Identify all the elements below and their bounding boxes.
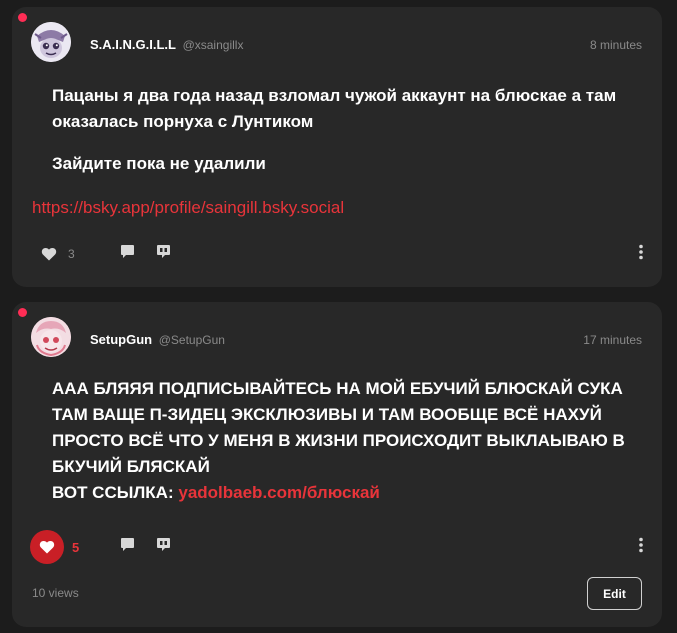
avatar[interactable] [31, 22, 71, 62]
post-actions: 5 [30, 530, 644, 564]
post-timestamp[interactable]: 17 minutes [583, 333, 642, 347]
quote-button[interactable] [156, 532, 171, 562]
like-button[interactable]: 3 [32, 239, 75, 269]
like-button[interactable]: 5 [30, 530, 80, 564]
vertical-dots-icon [638, 537, 644, 558]
speech-bubble-icon [120, 537, 135, 557]
view-count: 10 views [32, 586, 79, 600]
unread-indicator [18, 13, 27, 22]
post-paragraph: Зайдите пока не удалили [52, 154, 266, 173]
quote-button[interactable] [156, 239, 171, 269]
post-paragraph: ААА БЛЯЯЯ ПОДПИСЫВАЙТЕСЬ НА МОЙ ЕБУЧИЙ Б… [52, 376, 662, 506]
author-display-name[interactable]: S.A.I.N.G.I.L.L [90, 37, 176, 52]
avatar[interactable] [31, 317, 71, 357]
heart-icon [30, 530, 64, 564]
post-card[interactable]: S.A.I.N.G.I.L.L @xsaingillx 8 minutes Па… [12, 7, 662, 287]
post-link[interactable]: yadolbaeb.com/блюскай [178, 483, 380, 502]
quote-icon [156, 537, 171, 557]
post-text-main: ААА БЛЯЯЯ ПОДПИСЫВАЙТЕСЬ НА МОЙ ЕБУЧИЙ Б… [52, 379, 625, 476]
author-line[interactable]: S.A.I.N.G.I.L.L @xsaingillx [90, 37, 243, 52]
like-count: 3 [68, 247, 75, 261]
unread-indicator [18, 308, 27, 317]
reply-button[interactable] [120, 239, 135, 269]
author-handle[interactable]: @SetupGun [159, 333, 225, 347]
post-paragraph: Пацаны я два года назад взломал чужой ак… [52, 86, 617, 131]
more-options-button[interactable] [638, 532, 644, 562]
more-options-button[interactable] [638, 239, 644, 269]
vertical-dots-icon [638, 244, 644, 265]
author-line[interactable]: SetupGun @SetupGun [90, 332, 225, 347]
post-link[interactable]: https://bsky.app/profile/saingill.bsky.s… [32, 195, 344, 221]
post-link-prefix: ВОТ ССЫЛКА: [52, 483, 179, 502]
like-count: 5 [72, 539, 80, 555]
speech-bubble-icon [120, 244, 135, 264]
post-actions: 3 [32, 239, 644, 269]
reply-button[interactable] [120, 532, 135, 562]
post-timestamp[interactable]: 8 minutes [590, 38, 642, 52]
heart-icon [40, 245, 58, 263]
post-card[interactable]: SetupGun @SetupGun 17 minutes ААА БЛЯЯЯ … [12, 302, 662, 627]
edit-button[interactable]: Edit [587, 577, 642, 610]
quote-icon [156, 244, 171, 264]
author-handle[interactable]: @xsaingillx [183, 38, 244, 52]
author-display-name[interactable]: SetupGun [90, 332, 152, 347]
